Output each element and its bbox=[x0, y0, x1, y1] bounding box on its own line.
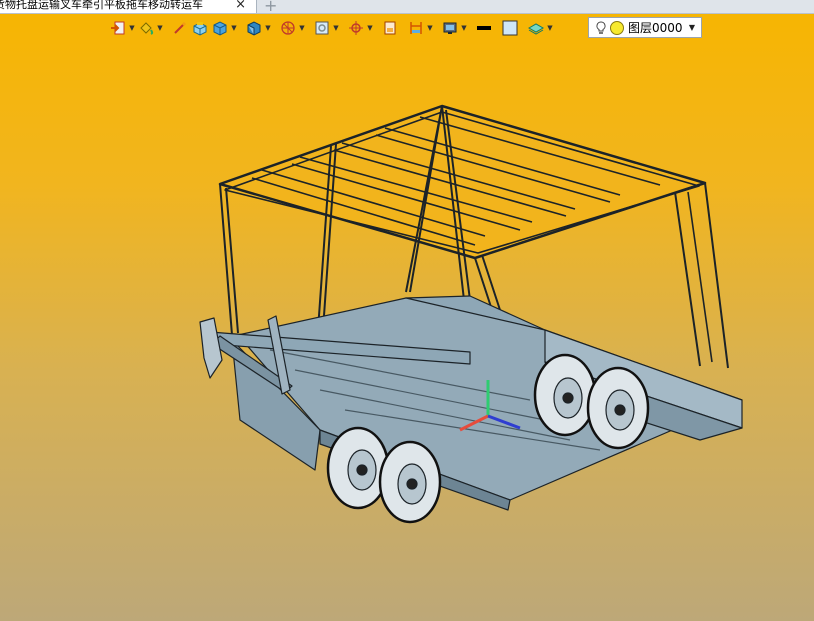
chevron-down-icon[interactable]: ▼ bbox=[460, 18, 468, 38]
trailer-body bbox=[199, 295, 743, 524]
wheel bbox=[378, 440, 442, 524]
layer-select[interactable]: 图层0000 ▼ bbox=[588, 17, 702, 38]
document-tab[interactable]: 货物托盘运输叉车牵引平板拖车移动转运车 × bbox=[0, 0, 257, 13]
layer-name: 图层0000 bbox=[628, 21, 683, 35]
dimension-icon[interactable] bbox=[406, 18, 426, 38]
trailer-3d-model[interactable] bbox=[0, 40, 814, 560]
display-mode-icon[interactable] bbox=[440, 18, 460, 38]
lightbulb-icon[interactable] bbox=[595, 20, 607, 35]
tab-strip: 货物托盘运输叉车牵引平板拖车移动转运车 × + bbox=[0, 0, 814, 15]
target-icon[interactable] bbox=[346, 18, 366, 38]
solid-box-icon[interactable] bbox=[190, 18, 210, 38]
chevron-down-icon[interactable]: ▼ bbox=[332, 18, 340, 38]
chevron-down-icon[interactable]: ▼ bbox=[230, 18, 238, 38]
exit-icon[interactable] bbox=[108, 18, 128, 38]
paint-bucket-icon[interactable] bbox=[136, 18, 156, 38]
close-icon[interactable]: × bbox=[235, 0, 246, 12]
chevron-down-icon[interactable]: ▼ bbox=[156, 18, 164, 38]
layer-visible-icon[interactable] bbox=[610, 20, 624, 35]
wheel bbox=[586, 366, 650, 450]
layer-stack-icon[interactable] bbox=[526, 18, 546, 38]
brush-icon[interactable] bbox=[170, 18, 190, 38]
cube-icon[interactable] bbox=[210, 18, 230, 38]
sheet-icon[interactable] bbox=[380, 18, 400, 38]
toolbar: ▼ ▼ ▼ ▼ ▼ ▼ ▼ ▼ ▼ ▼ bbox=[108, 17, 554, 39]
chevron-down-icon: ▼ bbox=[688, 23, 695, 32]
chevron-down-icon[interactable]: ▼ bbox=[128, 18, 136, 38]
chevron-down-icon[interactable]: ▼ bbox=[366, 18, 374, 38]
document-tab-title: 货物托盘运输叉车牵引平板拖车移动转运车 bbox=[0, 0, 203, 11]
chevron-down-icon[interactable]: ▼ bbox=[546, 18, 554, 38]
view-cube-icon[interactable] bbox=[244, 18, 264, 38]
wheel bbox=[533, 353, 597, 437]
chevron-down-icon[interactable]: ▼ bbox=[298, 18, 306, 38]
line-color-swatch[interactable] bbox=[474, 18, 494, 38]
zoom-fit-icon[interactable] bbox=[312, 18, 332, 38]
wheel bbox=[326, 426, 390, 510]
sphere-wireframe-icon[interactable] bbox=[278, 18, 298, 38]
chevron-down-icon[interactable]: ▼ bbox=[426, 18, 434, 38]
new-tab-icon[interactable]: + bbox=[264, 0, 277, 15]
chevron-down-icon[interactable]: ▼ bbox=[264, 18, 272, 38]
fill-color-swatch[interactable] bbox=[500, 18, 520, 38]
